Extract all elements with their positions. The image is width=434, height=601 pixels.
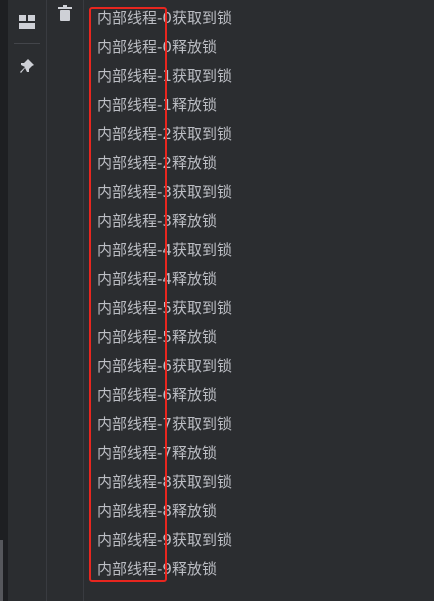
console-output[interactable]: 内部线程-0获取到锁 内部线程-0释放锁 内部线程-1获取到锁 内部线程-1释放… — [84, 0, 434, 601]
left-edge-strip — [0, 0, 8, 601]
run-tool-window: 内部线程-0获取到锁 内部线程-0释放锁 内部线程-1获取到锁 内部线程-1释放… — [0, 0, 434, 601]
layout-icon[interactable] — [17, 12, 37, 32]
side-toolbar — [8, 0, 47, 601]
scroll-marker — [0, 540, 3, 601]
console-toolbar — [47, 0, 84, 601]
highlight-annotation-box — [89, 7, 167, 582]
toolbar-divider — [14, 43, 40, 44]
pin-icon[interactable] — [17, 56, 37, 76]
trash-icon[interactable] — [55, 3, 75, 23]
